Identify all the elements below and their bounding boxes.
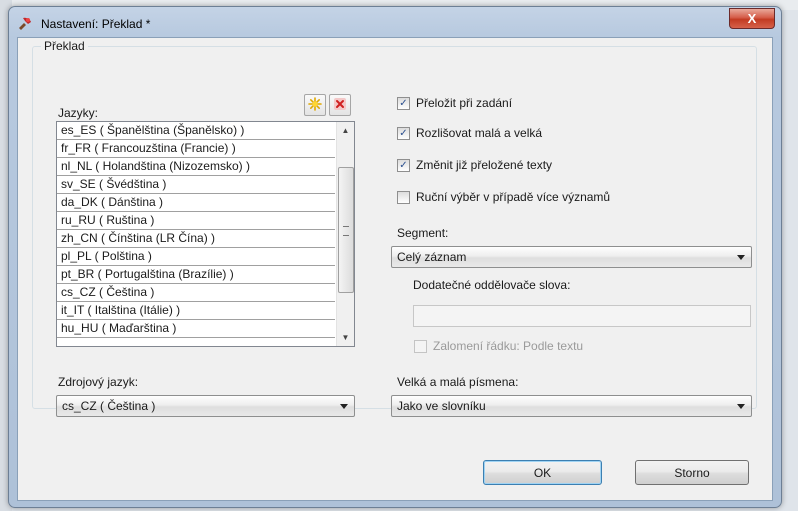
scroll-down-arrow-icon: ▼: [341, 333, 350, 342]
list-item[interactable]: hu_HU ( Maďarština ): [57, 320, 335, 338]
checkmark-icon: ✓: [399, 159, 408, 171]
checkmark-icon: ✓: [399, 127, 408, 139]
scroll-grip-icon: [343, 226, 349, 236]
checkbox-label: Zalomení řádku: Podle textu: [433, 339, 584, 353]
checkbox-box: ✓: [397, 158, 410, 172]
remove-language-button[interactable]: [329, 94, 351, 116]
app-tool-icon: [17, 16, 33, 32]
list-item[interactable]: fr_FR ( Francouzština (Francie) ): [57, 140, 335, 158]
chevron-down-icon: [340, 404, 348, 409]
add-language-button[interactable]: [304, 94, 326, 116]
translate-on-entry-checkbox[interactable]: ✓ Přeložit při zadání: [397, 96, 512, 110]
cancel-button[interactable]: Storno: [635, 460, 749, 485]
checkbox-box: [397, 190, 410, 204]
list-item[interactable]: cs_CZ ( Čeština ): [57, 284, 335, 302]
close-icon: X: [747, 11, 757, 26]
cancel-button-label: Storno: [674, 465, 710, 480]
list-item[interactable]: zh_CN ( Čínština (LR Čína) ): [57, 230, 335, 248]
checkmark-icon: ✓: [399, 97, 408, 109]
ok-button-label: OK: [533, 465, 552, 480]
list-item[interactable]: nl_NL ( Holandština (Nizozemsko) ): [57, 158, 335, 176]
list-item[interactable]: da_DK ( Dánština ): [57, 194, 335, 212]
dialog-title: Nastavení: Překlad *: [41, 17, 151, 31]
scroll-thumb[interactable]: [338, 167, 354, 293]
case-select[interactable]: Jako ve slovníku: [391, 395, 752, 417]
checkbox-label: Přeložit při zadání: [416, 96, 513, 110]
title-bar: Nastavení: Překlad * X: [9, 7, 781, 37]
segment-select[interactable]: Celý záznam: [391, 246, 752, 268]
languages-label: Jazyky:: [58, 106, 99, 120]
checkbox-label: Rozlišovat malá a velká: [416, 126, 543, 140]
scroll-up-arrow-icon: ▲: [341, 126, 350, 135]
case-sensitive-checkbox[interactable]: ✓ Rozlišovat malá a velká: [397, 126, 542, 140]
source-language-select[interactable]: cs_CZ ( Čeština ): [56, 395, 355, 417]
chevron-down-icon: [737, 404, 745, 409]
change-translated-checkbox[interactable]: ✓ Změnit již přeložené texty: [397, 158, 552, 172]
languages-scrollbar[interactable]: ▲ ▼: [336, 122, 354, 346]
list-item[interactable]: it_IT ( Italština (Itálie) ): [57, 302, 335, 320]
manual-choice-checkbox[interactable]: Ruční výběr v případě více významů: [397, 190, 610, 204]
list-item[interactable]: sv_SE ( Švédština ): [57, 176, 335, 194]
checkbox-box: ✓: [397, 126, 410, 140]
segment-value: Celý záznam: [397, 250, 467, 264]
list-item[interactable]: ru_RU ( Ruština ): [57, 212, 335, 230]
ok-button[interactable]: OK: [483, 460, 602, 485]
source-language-label: Zdrojový jazyk:: [58, 375, 139, 389]
scroll-up-button[interactable]: ▲: [337, 122, 354, 139]
groupbox-label: Překlad: [41, 39, 88, 53]
add-star-icon: [308, 96, 322, 114]
close-button[interactable]: X: [729, 8, 775, 29]
scroll-down-button[interactable]: ▼: [337, 329, 354, 346]
checkbox-label: Změnit již přeložené texty: [416, 158, 553, 172]
languages-list: es_ES ( Španělština (Španělsko) ) fr_FR …: [57, 122, 335, 338]
remove-x-icon: [333, 97, 347, 114]
list-item[interactable]: es_ES ( Španělština (Španělsko) ): [57, 122, 335, 140]
separators-label: Dodatečné oddělovače slova:: [413, 278, 571, 292]
segment-label: Segment:: [397, 226, 449, 240]
list-item[interactable]: pt_BR ( Portugalština (Brazílie) ): [57, 266, 335, 284]
checkbox-box: [414, 339, 427, 353]
line-break-checkbox[interactable]: Zalomení řádku: Podle textu: [414, 339, 583, 353]
checkbox-box: ✓: [397, 96, 410, 110]
list-item[interactable]: pl_PL ( Polština ): [57, 248, 335, 266]
chevron-down-icon: [737, 255, 745, 260]
separators-input[interactable]: [413, 305, 751, 327]
case-label: Velká a malá písmena:: [397, 375, 519, 389]
languages-listbox[interactable]: es_ES ( Španělština (Španělsko) ) fr_FR …: [56, 121, 355, 347]
source-language-value: cs_CZ ( Čeština ): [62, 399, 156, 413]
case-value: Jako ve slovníku: [397, 399, 486, 413]
checkbox-label: Ruční výběr v případě více významů: [416, 190, 611, 204]
